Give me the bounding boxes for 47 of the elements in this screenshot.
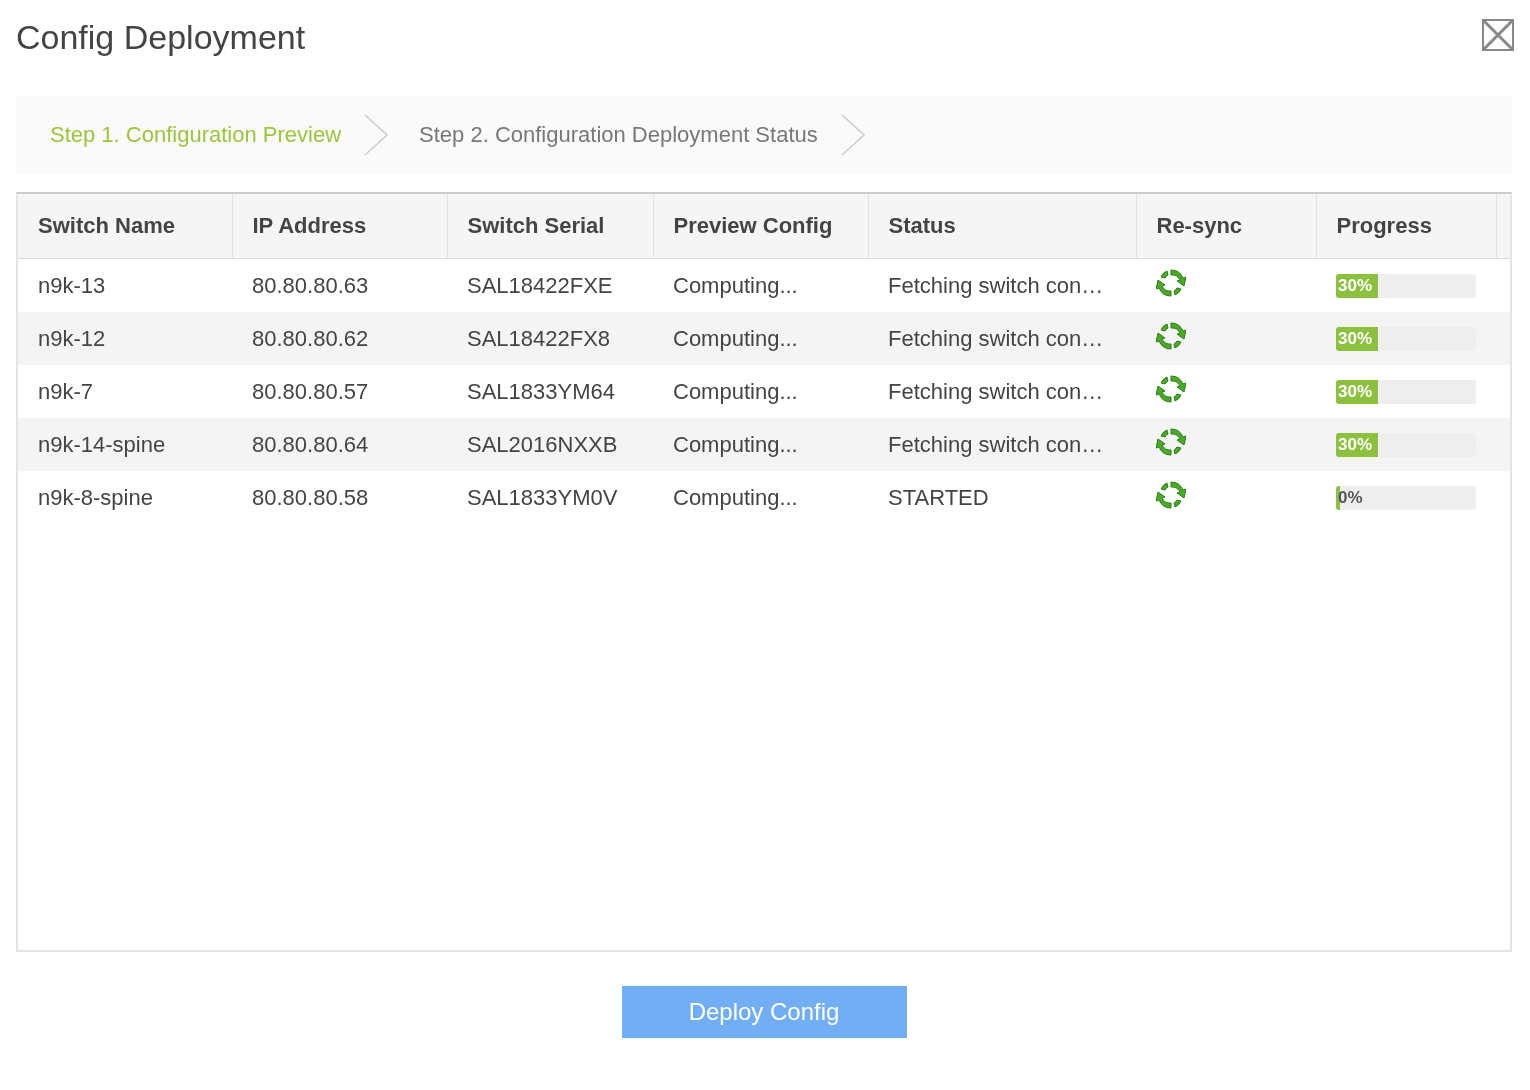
table-cell: Computing...: [653, 312, 868, 365]
table-cell: Computing...: [653, 418, 868, 471]
table-cell: SAL1833YM0V: [447, 471, 653, 524]
table-cell: Computing...: [653, 471, 868, 524]
progress-label: 30%: [1337, 328, 1373, 348]
table-cell: n9k-12: [18, 312, 232, 365]
sync-icon[interactable]: [1156, 320, 1186, 351]
table-cell: n9k-14-spine: [18, 418, 232, 471]
table-cell: 80.80.80.58: [232, 471, 447, 524]
sync-icon[interactable]: [1156, 267, 1186, 298]
wizard-step[interactable]: Step 1. Configuration Preview: [50, 122, 342, 148]
dialog-title: Config Deployment: [16, 17, 306, 57]
table-cell: 80.80.80.57: [232, 365, 447, 418]
wizard-step[interactable]: Step 2. Configuration Deployment Status: [419, 122, 818, 148]
progress-label: 30%: [1337, 275, 1373, 295]
table-cell: n9k-7: [18, 365, 232, 418]
sync-icon[interactable]: [1156, 426, 1186, 457]
column-header: Progress: [1316, 194, 1496, 259]
close-icon[interactable]: [1482, 19, 1514, 51]
sync-icon[interactable]: [1156, 373, 1186, 404]
table-cell: Fetching switch con…: [868, 312, 1136, 365]
table-cell: Computing...: [653, 258, 868, 312]
table-cell: 80.80.80.64: [232, 418, 447, 471]
table-cell: 80.80.80.62: [232, 312, 447, 365]
table-cell: Computing...: [653, 365, 868, 418]
table-cell: SAL1833YM64: [447, 365, 653, 418]
table-cell: 80.80.80.63: [232, 258, 447, 312]
column-header: Switch Name: [18, 194, 232, 259]
table-cell: SAL18422FX8: [447, 312, 653, 365]
column-header: Preview Config: [653, 194, 868, 259]
sync-icon[interactable]: [1156, 479, 1186, 510]
table-cell: n9k-8-spine: [18, 471, 232, 524]
column-header: IP Address: [232, 194, 447, 259]
column-header: Switch Serial: [447, 194, 653, 259]
column-header: Status: [868, 194, 1136, 259]
progress-label: 30%: [1337, 381, 1373, 401]
table-cell: n9k-13: [18, 258, 232, 312]
table-cell: STARTED: [868, 471, 1136, 524]
chevron-icon: [839, 113, 866, 157]
column-header: Re-sync: [1136, 194, 1316, 259]
progress-label: 30%: [1337, 434, 1373, 454]
chevron-icon: [363, 113, 390, 157]
table-cell: Fetching switch con…: [868, 365, 1136, 418]
table-cell: SAL2016NXXB: [447, 418, 653, 471]
table-cell: Fetching switch con…: [868, 418, 1136, 471]
table-cell: SAL18422FXE: [447, 258, 653, 312]
table-cell: Fetching switch con…: [868, 258, 1136, 312]
